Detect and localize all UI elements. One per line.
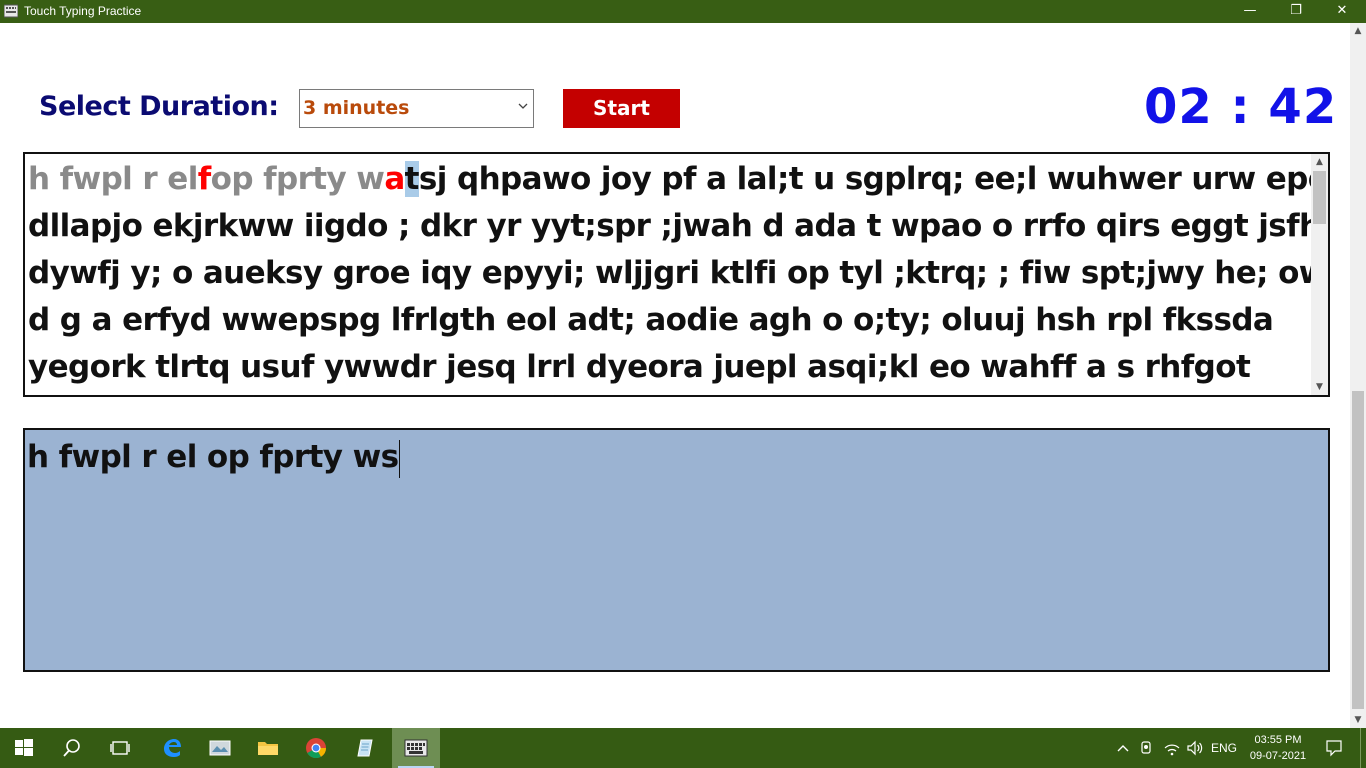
current-char: t [404, 161, 420, 197]
window-title: Touch Typing Practice [24, 4, 142, 18]
scrollbar-thumb[interactable] [1313, 171, 1326, 224]
typing-input[interactable]: h fwpl r el op fprty ws [23, 428, 1330, 672]
task-view-icon[interactable] [96, 728, 144, 768]
scrollbar-thumb[interactable] [1352, 391, 1364, 709]
show-desktop-button[interactable] [1360, 728, 1366, 768]
meet-now-icon[interactable] [1138, 728, 1156, 768]
typing-app-taskbar-icon[interactable] [392, 728, 440, 768]
taskbar-clock[interactable]: 03:55 PM 09-07-2021 [1246, 732, 1310, 764]
window-content: Select Duration: 3 minutes Start 02 : 42… [0, 23, 1350, 728]
pending-text: sj qhpawo joy pf a lal;t u sgplrq; ee;l … [418, 161, 1330, 197]
scroll-down-icon[interactable]: ▼ [1350, 712, 1366, 728]
error-char: f [197, 161, 211, 197]
passage-line: h fwpl r elfop fprty watsj qhpawo joy pf… [28, 156, 1328, 203]
volume-icon[interactable] [1185, 728, 1205, 768]
typed-text: h fwpl r el [28, 161, 198, 197]
duration-selected-value: 3 minutes [303, 97, 410, 119]
chevron-up-icon[interactable] [1114, 728, 1132, 768]
passage-text: h fwpl r elfop fprty watsj qhpawo joy pf… [28, 156, 1330, 391]
typed-value: h fwpl r el op fprty ws [27, 439, 399, 475]
text-caret [399, 439, 401, 478]
duration-select[interactable]: 3 minutes [299, 89, 534, 128]
countdown-timer: 02 : 42 [1144, 79, 1338, 135]
chrome-icon[interactable] [292, 728, 340, 768]
passage-box[interactable]: h fwpl r elfop fprty watsj qhpawo joy pf… [23, 152, 1330, 397]
folder-icon[interactable] [244, 728, 292, 768]
clock-date: 09-07-2021 [1249, 750, 1307, 762]
scroll-down-icon[interactable]: ▼ [1311, 379, 1328, 395]
language-indicator[interactable]: ENG [1211, 728, 1241, 768]
duration-label: Select Duration: [39, 91, 279, 122]
title-bar: Touch Typing Practice — ❐ ✕ [0, 0, 1366, 23]
scroll-up-icon[interactable]: ▲ [1311, 154, 1328, 170]
wifi-icon[interactable] [1162, 728, 1182, 768]
start-button[interactable]: Start [563, 89, 680, 128]
notepad-icon[interactable] [340, 728, 388, 768]
typed-text: op fprty w [210, 161, 385, 197]
window-scrollbar[interactable]: ▲ ▼ [1350, 23, 1366, 728]
close-button[interactable]: ✕ [1319, 0, 1365, 23]
edge-icon[interactable] [148, 728, 196, 768]
app-icon [4, 4, 18, 18]
error-char: a [384, 161, 405, 197]
passage-scrollbar[interactable]: ▲ ▼ [1311, 154, 1328, 395]
chevron-down-icon [518, 99, 528, 114]
passage-line: dllapjo ekjrkww iigdo ; dkr yr yyt;spr ;… [28, 208, 1330, 244]
typing-input-text: h fwpl r el op fprty ws [27, 434, 401, 481]
passage-line: d g a erfyd wwepspg lfrlgth eol adt; aod… [28, 302, 1274, 338]
scroll-up-icon[interactable]: ▲ [1350, 23, 1366, 39]
minimize-button[interactable]: — [1227, 0, 1273, 23]
clock-time: 03:55 PM [1254, 734, 1302, 746]
notification-icon[interactable] [1320, 728, 1348, 768]
search-icon[interactable] [48, 728, 96, 768]
maximize-button[interactable]: ❐ [1273, 0, 1319, 23]
app-icon[interactable] [196, 728, 244, 768]
passage-line: yegork tlrtq usuf ywwdr jesq lrrl dyeora… [28, 349, 1251, 385]
taskbar: ENG 03:55 PM 09-07-2021 [0, 728, 1366, 768]
start-button-icon[interactable] [0, 728, 48, 768]
passage-line: dywfj y; o aueksy groe iqy epyyi; wljjgr… [28, 255, 1330, 291]
